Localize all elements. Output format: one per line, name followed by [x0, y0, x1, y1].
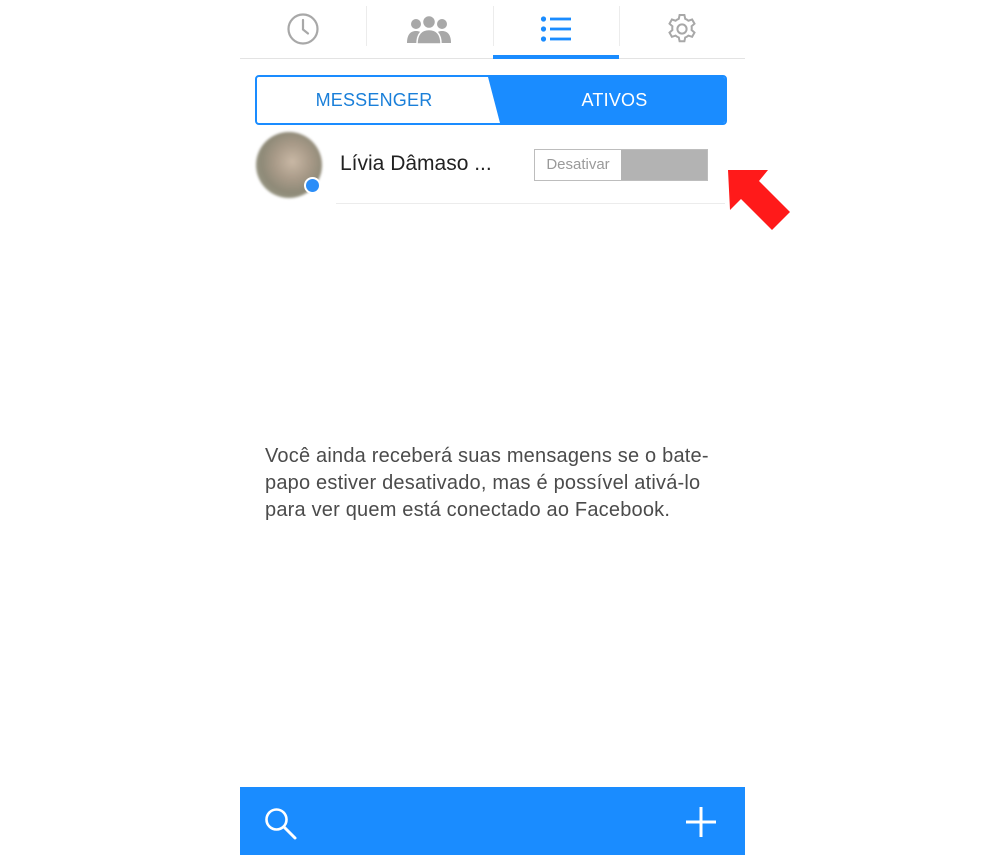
segment-ativos[interactable]: ATIVOS	[502, 77, 725, 123]
chat-mode-segmented-control: MESSENGER ATIVOS	[255, 75, 727, 125]
toggle-knob	[621, 150, 707, 180]
segment-messenger[interactable]: MESSENGER	[257, 77, 491, 123]
top-tab-bar	[240, 0, 745, 59]
gear-icon	[668, 14, 696, 43]
plus-icon[interactable]	[684, 805, 718, 839]
messenger-badge-icon	[304, 177, 321, 194]
red-arrow-annotation-icon	[728, 170, 790, 230]
toggle-label: Desativar	[546, 156, 610, 173]
list-icon	[540, 16, 571, 42]
bottom-action-bar	[240, 787, 745, 855]
search-icon[interactable]	[262, 805, 298, 841]
screenshot-stage: MESSENGER ATIVOS Lívia Dâmaso ... Desati…	[0, 0, 984, 855]
clock-icon	[287, 13, 319, 45]
contact-name: Lívia Dâmaso ...	[340, 152, 492, 175]
tab-groups[interactable]	[366, 0, 492, 58]
tab-active[interactable]	[492, 0, 620, 59]
tab-settings[interactable]	[618, 0, 745, 58]
tab-recent[interactable]	[240, 0, 366, 58]
chat-info-text: Você ainda receberá suas mensagens se o …	[265, 445, 709, 521]
row-divider	[336, 203, 725, 204]
app-screen: MESSENGER ATIVOS Lívia Dâmaso ... Desati…	[240, 0, 745, 855]
contact-row[interactable]: Lívia Dâmaso ... Desativar	[240, 128, 745, 204]
chat-toggle-switch[interactable]: Desativar	[534, 149, 708, 181]
people-icon	[407, 14, 452, 45]
